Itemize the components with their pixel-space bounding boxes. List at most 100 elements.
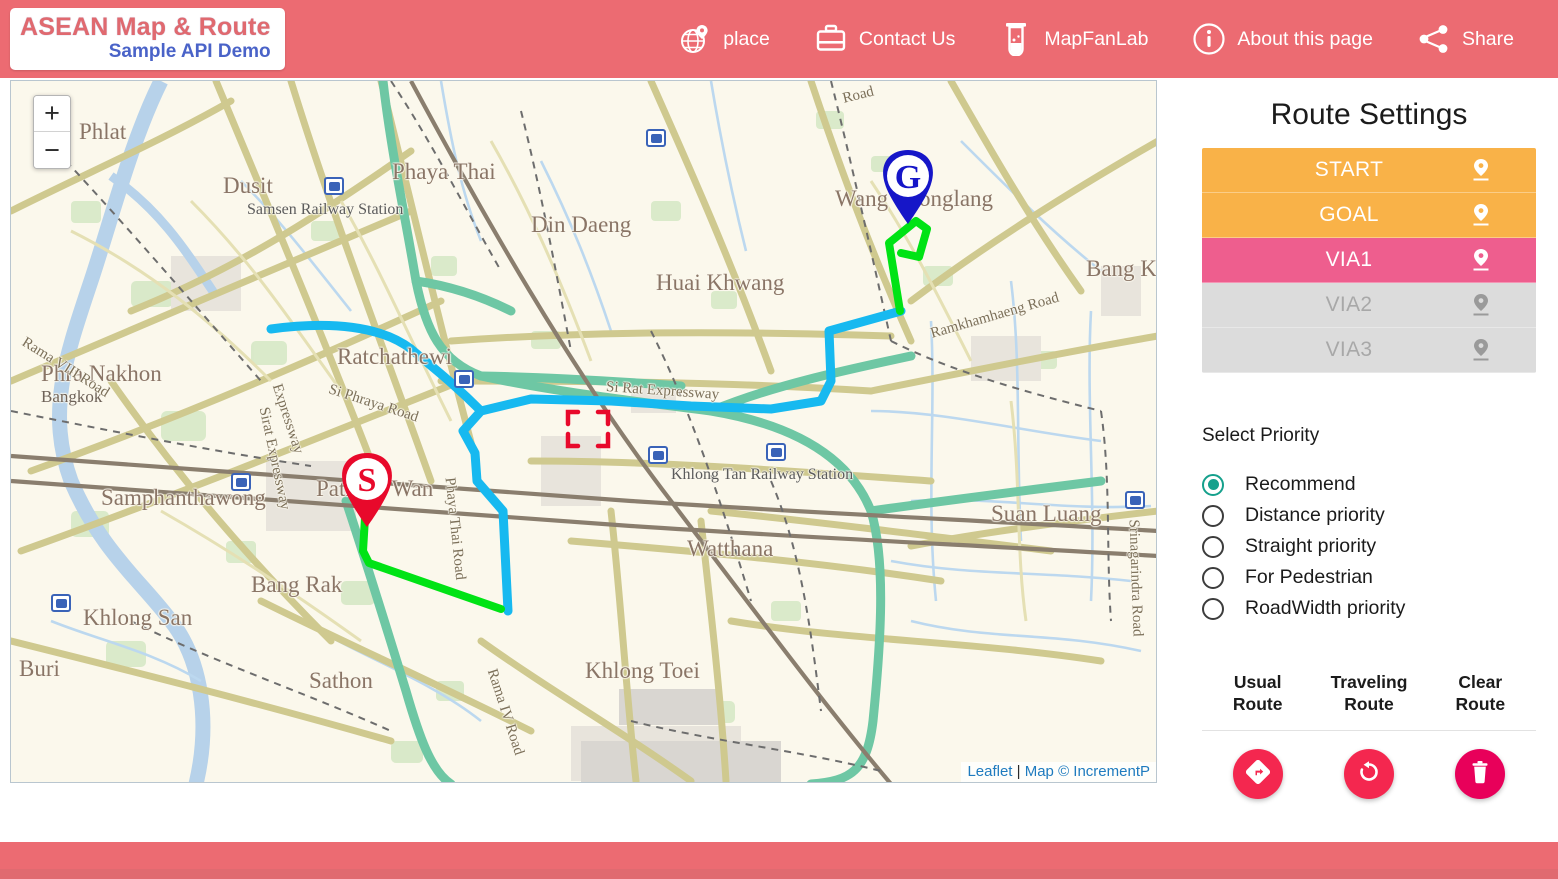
priority-title: Select Priority: [1202, 425, 1320, 446]
zoom-out-button[interactable]: −: [34, 132, 70, 168]
attribution-separator: |: [1012, 763, 1025, 780]
panel-title: Route Settings: [1270, 98, 1468, 131]
actions-divider: [1202, 729, 1536, 731]
goal-marker-pin[interactable]: G: [877, 148, 939, 226]
priority-option-recommend[interactable]: Recommend: [1202, 469, 1536, 500]
nav-item-about-this-page[interactable]: About this page: [1170, 22, 1395, 56]
start-marker-pin[interactable]: S: [336, 451, 398, 529]
brand-title: ASEAN Map & Route: [20, 13, 271, 42]
traveling-route-button-wrap: [1313, 748, 1424, 799]
radio-icon[interactable]: [1202, 566, 1224, 589]
briefcase-icon: [814, 22, 848, 56]
map-pin-icon[interactable]: [1470, 247, 1492, 273]
priority-option-recommend-label: Recommend: [1245, 473, 1356, 495]
map-place-label: Khlong San: [83, 605, 193, 630]
map-pin-icon: [1470, 337, 1492, 363]
nav-item-contact-us[interactable]: Contact Us: [792, 22, 977, 56]
map-place-label: Watthana: [687, 536, 774, 561]
app-root: ASEAN Map & Route Sample API Demo place …: [0, 0, 1558, 879]
route-settings-panel: Route Settings START GOAL VIA1 VIA2 VIA3…: [1180, 80, 1558, 840]
map-place-label: Khlong Tan Railway Station: [671, 466, 854, 483]
radio-icon[interactable]: [1202, 597, 1224, 620]
nav-label-share: Share: [1461, 27, 1514, 50]
radio-icon[interactable]: [1202, 504, 1224, 527]
usual-route-label-col: Usual Route: [1202, 672, 1313, 716]
priority-option-pedestrian[interactable]: For Pedestrian: [1202, 562, 1536, 593]
zoom-in-button[interactable]: +: [34, 96, 70, 132]
priority-radio-group: Recommend Distance priority Straight pri…: [1202, 469, 1536, 624]
via-point-marker[interactable]: [562, 406, 614, 452]
usual-route-button-wrap: [1202, 748, 1313, 799]
clear-route-label-line1: Clear: [1458, 672, 1503, 692]
traveling-route-label-line2: Route: [1344, 693, 1394, 714]
map-place-label: Phlat: [79, 119, 127, 144]
app-footer: [0, 842, 1558, 879]
map-pin-icon[interactable]: [1470, 157, 1492, 183]
priority-option-straight[interactable]: Straight priority: [1202, 531, 1536, 562]
railway-station-icon: [648, 446, 668, 464]
priority-option-distance-label: Distance priority: [1245, 504, 1385, 526]
map-place-label: Ratchathewi: [337, 344, 452, 369]
usual-route-label-line2: Route: [1232, 693, 1283, 714]
globe-pin-icon: [678, 22, 712, 56]
clear-route-label-col: Clear Route: [1425, 672, 1536, 716]
share-icon: [1417, 22, 1451, 56]
map-place-label: Bang K: [1086, 256, 1157, 281]
leaflet-link[interactable]: Leaflet: [967, 763, 1012, 780]
route-row-goal[interactable]: GOAL: [1202, 193, 1536, 238]
clear-route-button[interactable]: [1455, 748, 1506, 799]
map-place-label: Samsen Railway Station: [247, 201, 404, 218]
reload-icon: [1357, 760, 1381, 787]
route-row-via2[interactable]: VIA2: [1202, 283, 1536, 328]
footer-accent-bar: [0, 869, 1558, 879]
nav-item-place[interactable]: place: [656, 22, 792, 56]
brand-subtitle: Sample API Demo: [108, 40, 271, 62]
railway-station-icon: [646, 129, 666, 147]
map-place-label: Sathon: [309, 668, 373, 693]
priority-option-distance[interactable]: Distance priority: [1202, 500, 1536, 531]
priority-option-pedestrian-label: For Pedestrian: [1245, 566, 1373, 588]
priority-option-roadwidth[interactable]: RoadWidth priority: [1202, 593, 1536, 624]
trash-icon: [1469, 760, 1491, 787]
usual-route-button[interactable]: [1232, 748, 1283, 799]
app-header: ASEAN Map & Route Sample API Demo place …: [0, 0, 1558, 78]
nav-item-mapfanlab[interactable]: MapFanLab: [977, 22, 1170, 56]
map-pin-icon[interactable]: [1470, 202, 1492, 228]
nav-label-mapfanlab: MapFanLab: [1044, 27, 1149, 50]
map-container[interactable]: Phlat Dusit Samsen Railway Station Phaya Th…: [10, 80, 1157, 783]
priority-section: Select Priority Recommend Distance prior…: [1202, 425, 1536, 624]
route-row-via3[interactable]: VIA3: [1202, 328, 1536, 373]
nav-label-place: place: [723, 27, 770, 50]
clear-route-button-wrap: [1425, 748, 1536, 799]
traveling-route-label-line1: Traveling: [1330, 672, 1408, 692]
route-row-via1[interactable]: VIA1: [1202, 238, 1536, 283]
railway-station-icon: [1125, 491, 1145, 509]
directions-icon: [1245, 760, 1270, 787]
traveling-route-button[interactable]: [1343, 748, 1394, 799]
map-place-label: Khlong Toei: [585, 658, 700, 683]
test-tube-icon: [999, 22, 1033, 56]
nav-item-share[interactable]: Share: [1395, 22, 1536, 56]
map-attribution: Leaflet | Map © IncrementP: [961, 762, 1156, 782]
railway-station-icon: [324, 177, 344, 195]
map-place-label: Suan Luang: [991, 501, 1102, 526]
radio-icon[interactable]: [1202, 473, 1224, 496]
railway-station-icon: [51, 594, 71, 612]
map-place-label: Bang Rak: [251, 572, 343, 597]
map-zoom-controls: + −: [33, 95, 71, 169]
radio-icon[interactable]: [1202, 535, 1224, 558]
route-actions: Usual Route Traveling Route Clear Route: [1202, 672, 1536, 799]
svg-text:G: G: [895, 159, 921, 196]
railway-station-icon: [766, 443, 786, 461]
brand-logo[interactable]: ASEAN Map & Route Sample API Demo: [10, 8, 285, 70]
main-nav: place Contact Us MapFanLab About this pa…: [656, 22, 1536, 56]
route-action-buttons: [1202, 748, 1536, 799]
map-pin-icon: [1470, 292, 1492, 318]
railway-station-icon: [231, 473, 251, 491]
map-place-label: Buri: [19, 656, 60, 681]
map-place-label: Dusit: [223, 173, 273, 198]
map-place-label: Phaya Thai: [392, 159, 496, 184]
route-row-start[interactable]: START: [1202, 148, 1536, 193]
nav-label-about-this-page: About this page: [1237, 27, 1373, 50]
route-point-list: START GOAL VIA1 VIA2 VIA3: [1202, 148, 1536, 373]
